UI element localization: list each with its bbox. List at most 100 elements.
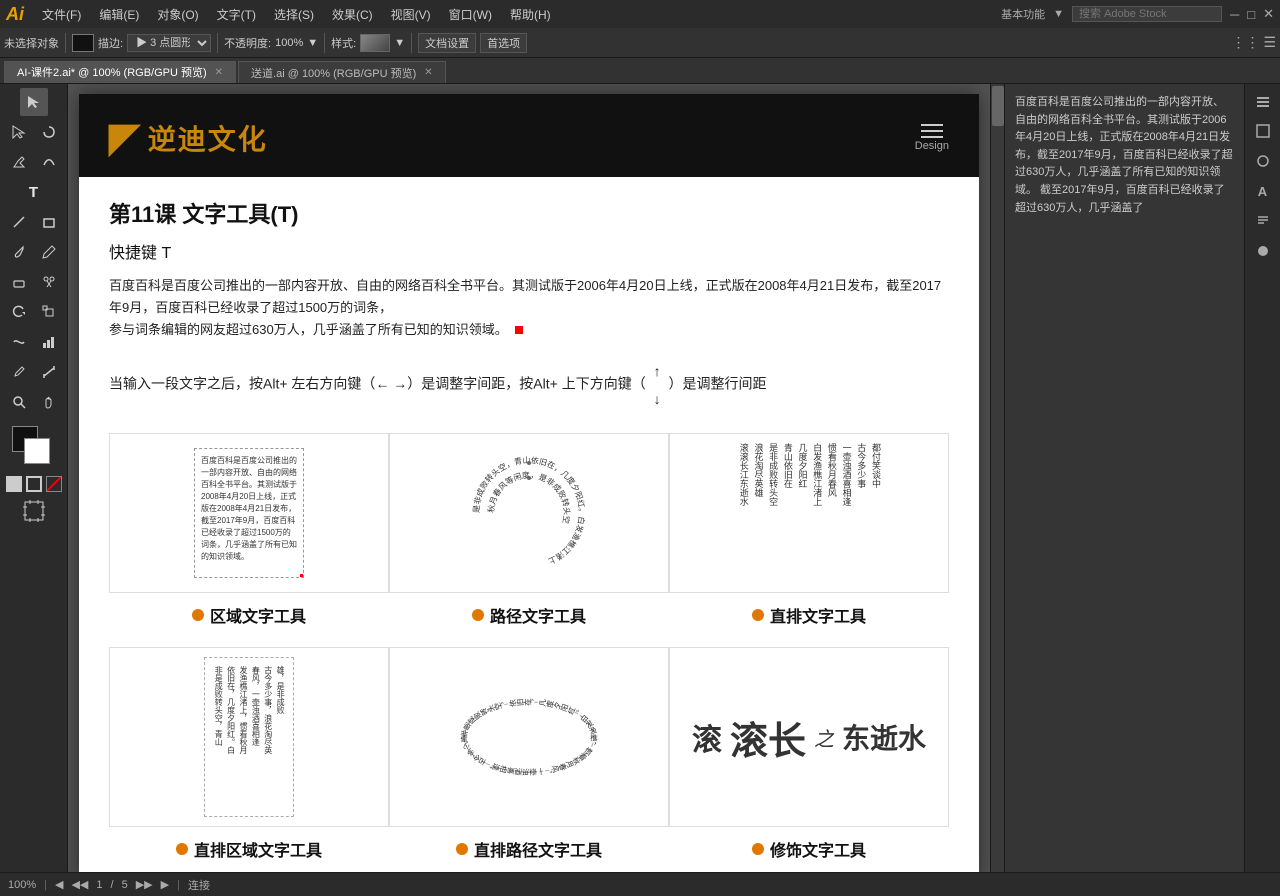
pen-tool[interactable]: [5, 148, 33, 176]
line-tool[interactable]: [5, 208, 33, 236]
vertical-scrollbar[interactable]: [990, 84, 1004, 872]
mini-expand-btn[interactable]: [1250, 88, 1276, 114]
canvas-document: ◤ 逆迪文化 Design: [79, 94, 979, 872]
color-boxes: [12, 426, 56, 470]
mini-expand2-btn[interactable]: [1250, 118, 1276, 144]
nav-next[interactable]: ▶: [161, 878, 169, 891]
restore-button[interactable]: □: [1247, 7, 1255, 22]
rotate-tool[interactable]: [5, 298, 33, 326]
vert-path-svg: 非是成败转头空，依旧在，几度夕阳红。白发渔樵，惯看秋月春风，一壶浊酒喜相逢，古今…: [449, 657, 609, 817]
tool-pair-1: [5, 118, 63, 146]
stroke-color-box[interactable]: [72, 34, 94, 52]
menu-object[interactable]: 对象(O): [149, 4, 206, 25]
right-panel-text: 百度百科是百度公司推出的一部内容开放、自由的网络百科全书平台。其测试版于2006…: [1005, 84, 1244, 872]
tab-2[interactable]: 送道.ai @ 100% (RGB/GPU 预览) ✕: [238, 61, 446, 83]
close-button[interactable]: ✕: [1263, 6, 1274, 22]
menu-help[interactable]: 帮助(H): [502, 4, 559, 25]
hand-tool[interactable]: [35, 388, 63, 416]
page-number: 1: [96, 879, 102, 891]
decoration-example: 滚 滚长 之 东逝水 修饰文字工具: [669, 647, 949, 861]
doc-settings-button[interactable]: 文档设置: [418, 33, 476, 53]
page-separator: /: [111, 879, 114, 891]
canvas-scroll[interactable]: ◤ 逆迪文化 Design: [68, 84, 1004, 872]
selection-tool[interactable]: [20, 88, 48, 116]
curvature-tool[interactable]: [35, 148, 63, 176]
stroke-box[interactable]: [26, 476, 42, 492]
canvas-area: ◤ 逆迪文化 Design: [68, 84, 1004, 872]
style-preview[interactable]: [360, 34, 390, 52]
vert-area-example: 非是成败转头空，青山 依旧在，几度夕阳红。白 发渔樵江渚上，惯看秋月 春风，一壶…: [109, 647, 389, 861]
eyedropper-tool[interactable]: [5, 358, 33, 386]
nav-first[interactable]: ◀◀: [71, 878, 88, 891]
zoom-tool[interactable]: [5, 388, 33, 416]
menu-effect[interactable]: 效果(C): [324, 4, 381, 25]
bullet-decoration: [752, 843, 764, 855]
vert-path-label-text: 直排路径文字工具: [474, 837, 602, 861]
hamburger-menu[interactable]: [921, 124, 943, 138]
scale-tool[interactable]: [35, 298, 63, 326]
area-text-content: 百度百科是百度公司推出的一部内容开放、自由的网络百科全书平台。其测试版于2008…: [201, 455, 297, 563]
tool-pair-3: [5, 208, 63, 236]
scissors-tool[interactable]: [35, 268, 63, 296]
stroke-style-select[interactable]: ▶ 3 点圆形: [127, 34, 211, 52]
area-overflow-indicator: [300, 574, 304, 578]
menu-edit[interactable]: 编辑(E): [91, 4, 147, 25]
tab-1-label: AI-课件2.ai* @ 100% (RGB/GPU 预览): [17, 64, 207, 80]
tab-1-close[interactable]: ✕: [215, 67, 223, 78]
vert-col-10: 都付笑谈中: [869, 443, 881, 583]
minimize-button[interactable]: ─: [1230, 7, 1239, 22]
fill-box[interactable]: [6, 476, 22, 492]
mini-A-btn[interactable]: A: [1250, 178, 1276, 204]
mini-right-panel: A: [1244, 84, 1280, 872]
adobe-stock-search[interactable]: [1072, 6, 1222, 22]
tab-1[interactable]: AI-课件2.ai* @ 100% (RGB/GPU 预览) ✕: [4, 61, 236, 83]
menu-window[interactable]: 窗口(W): [441, 4, 500, 25]
menu-text[interactable]: 文字(T): [209, 4, 264, 25]
vert-col-8: 一壶浊酒喜相逢: [840, 443, 852, 583]
tool-pair-7: [5, 328, 63, 356]
toolbar-right: ⋮⋮ ☰: [1231, 34, 1276, 51]
menu-right: 基本功能 ▼ ─ □ ✕: [1001, 6, 1274, 22]
shape-tool[interactable]: [35, 208, 63, 236]
menu-bar: Ai 文件(F) 编辑(E) 对象(O) 文字(T) 选择(S) 效果(C) 视…: [0, 0, 1280, 28]
toolbar-divider-1: [65, 33, 66, 53]
style-dropdown[interactable]: ▼: [394, 37, 405, 49]
graph-tool[interactable]: [35, 328, 63, 356]
toolbar-arrange-icon[interactable]: ☰: [1263, 34, 1276, 51]
lasso-tool[interactable]: [35, 118, 63, 146]
preferences-button[interactable]: 首选项: [480, 33, 527, 53]
scrollbar-thumb[interactable]: [992, 86, 1004, 126]
mini-circle-btn[interactable]: [1250, 148, 1276, 174]
area-text-box: 百度百科是百度公司推出的一部内容开放、自由的网络百科全书平台。其测试版于2008…: [109, 433, 389, 593]
menu-select[interactable]: 选择(S): [266, 4, 322, 25]
none-box[interactable]: [46, 476, 62, 492]
type-tool[interactable]: T: [20, 178, 48, 206]
toolbar-expand-icon[interactable]: ⋮⋮: [1231, 34, 1259, 51]
description: 百度百科是百度公司推出的一部内容开放、自由的网络百科全书平台。其测试版于2006…: [109, 275, 949, 341]
mini-para-btn[interactable]: [1250, 208, 1276, 234]
paintbrush-tool[interactable]: [5, 238, 33, 266]
nav-prev[interactable]: ◀: [55, 878, 63, 891]
nav-last[interactable]: ▶▶: [136, 878, 153, 891]
warp-tool[interactable]: [5, 328, 33, 356]
instruction-text: 当输入一段文字之后，按Alt+ 左右方向键（← →）是调整字间距，按Alt+ 上…: [109, 376, 646, 392]
hamburger-line-3: [921, 136, 943, 138]
tool-pair-9: [5, 388, 63, 416]
area-text-label-text: 区域文字工具: [210, 603, 306, 627]
toolbar-divider-4: [411, 33, 412, 53]
direct-selection-tool[interactable]: [5, 118, 33, 146]
workspace-dropdown-icon[interactable]: ▼: [1053, 8, 1064, 20]
opacity-dropdown[interactable]: ▼: [307, 37, 318, 49]
vertical-text-label: 直排文字工具: [752, 603, 866, 627]
tab-2-label: 送道.ai @ 100% (RGB/GPU 预览): [251, 65, 416, 81]
mini-circle2-btn[interactable]: [1250, 238, 1276, 264]
vertical-text-label-text: 直排文字工具: [770, 603, 866, 627]
menu-file[interactable]: 文件(F): [34, 4, 89, 25]
background-color[interactable]: [24, 438, 50, 464]
artboard-tool[interactable]: [23, 500, 45, 527]
menu-view[interactable]: 视图(V): [383, 4, 439, 25]
pencil-tool[interactable]: [35, 238, 63, 266]
measure-tool[interactable]: [35, 358, 63, 386]
tab-2-close[interactable]: ✕: [424, 67, 432, 78]
eraser-tool[interactable]: [5, 268, 33, 296]
